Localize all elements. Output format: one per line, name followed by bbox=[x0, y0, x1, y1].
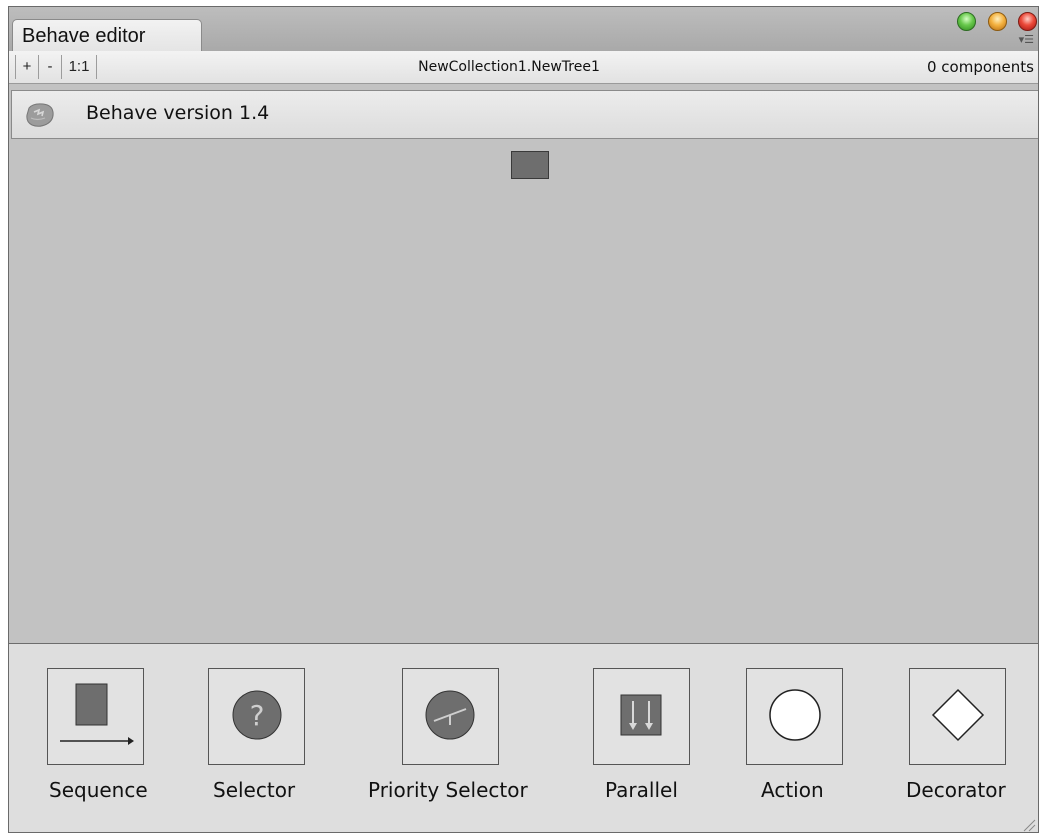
node-palette: Sequence ? Selector Priority Selector Pa… bbox=[9, 643, 1038, 832]
priority-selector-icon bbox=[425, 690, 475, 740]
action-label: Action bbox=[761, 778, 824, 802]
parallel-button[interactable] bbox=[593, 668, 690, 765]
action-icon bbox=[769, 689, 821, 741]
priority-selector-button[interactable] bbox=[402, 668, 499, 765]
root-node[interactable] bbox=[511, 151, 549, 179]
zoom-out-button[interactable]: - bbox=[38, 55, 62, 79]
zoom-window-button[interactable] bbox=[957, 12, 976, 31]
toolbar: + - 1:1 NewCollection1.NewTree1 0 compon… bbox=[9, 51, 1038, 84]
title-bar: Behave editor ▾☰ bbox=[9, 7, 1038, 52]
close-window-button[interactable] bbox=[1018, 12, 1037, 31]
component-count-label: 0 components bbox=[927, 58, 1034, 76]
behave-editor-window: Behave editor ▾☰ + - 1:1 NewCollection1.… bbox=[8, 6, 1039, 833]
parallel-icon bbox=[620, 694, 662, 736]
sequence-label: Sequence bbox=[49, 778, 148, 802]
window-menu-icon[interactable]: ▾☰ bbox=[1012, 33, 1034, 47]
tree-path-label: NewCollection1.NewTree1 bbox=[418, 59, 600, 75]
sequence-icon bbox=[60, 683, 134, 745]
behave-logo-icon bbox=[26, 103, 54, 127]
decorator-label: Decorator bbox=[906, 778, 1006, 802]
selector-button[interactable]: ? bbox=[208, 668, 305, 765]
svg-text:?: ? bbox=[250, 699, 265, 732]
selector-icon: ? bbox=[232, 690, 282, 740]
zoom-reset-button[interactable]: 1:1 bbox=[61, 55, 97, 79]
zoom-in-button[interactable]: + bbox=[15, 55, 39, 79]
version-label: Behave version 1.4 bbox=[86, 102, 270, 124]
sequence-button[interactable] bbox=[47, 668, 144, 765]
priority-selector-label: Priority Selector bbox=[368, 778, 528, 802]
minimize-window-button[interactable] bbox=[988, 12, 1007, 31]
tree-canvas[interactable] bbox=[9, 140, 1038, 643]
selector-label: Selector bbox=[213, 778, 296, 802]
decorator-button[interactable] bbox=[909, 668, 1006, 765]
action-button[interactable] bbox=[746, 668, 843, 765]
decorator-icon bbox=[931, 688, 985, 742]
resize-grip-icon[interactable] bbox=[1022, 818, 1036, 832]
parallel-label: Parallel bbox=[605, 778, 678, 802]
tab-behave-editor[interactable]: Behave editor bbox=[12, 19, 202, 52]
version-bar: Behave version 1.4 bbox=[11, 90, 1038, 139]
